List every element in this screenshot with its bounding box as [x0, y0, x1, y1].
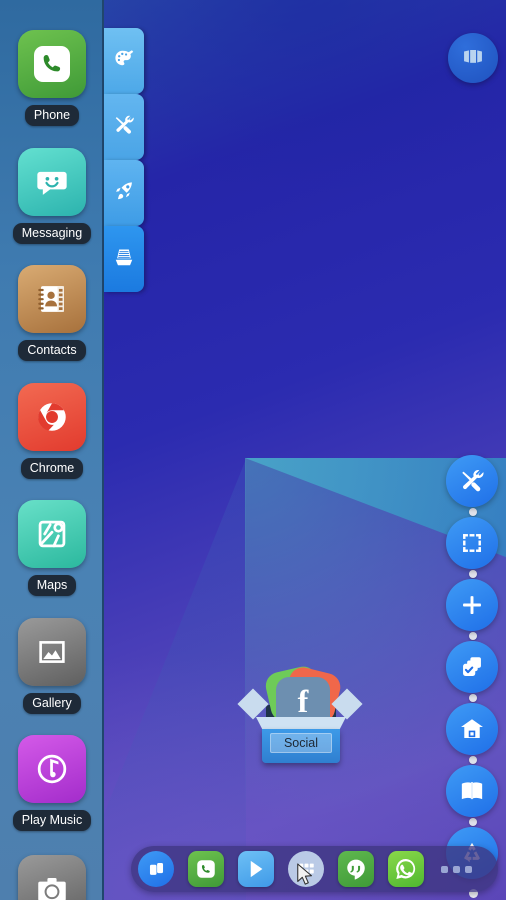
- paint-palette-icon: [113, 48, 135, 75]
- book-icon: [446, 765, 498, 817]
- dock-item-hangouts[interactable]: [331, 851, 381, 887]
- gallery-icon: [18, 618, 86, 686]
- facebook-letter: f: [297, 683, 309, 719]
- sidebar-item-chrome[interactable]: Chrome: [0, 383, 104, 479]
- sidebar-label-contacts: Contacts: [18, 340, 86, 361]
- app-switch-icon: [138, 851, 174, 887]
- mouse-cursor: [295, 862, 317, 888]
- select-box-icon: [446, 517, 498, 569]
- folder-app-cards: f: [256, 663, 346, 726]
- social-folder-widget[interactable]: f Social: [237, 663, 363, 765]
- tool-flyout-item-settings[interactable]: [104, 94, 144, 160]
- phone-icon: [18, 30, 86, 98]
- inbox-tray-icon: [113, 246, 135, 273]
- sidebar-label-chrome: Chrome: [20, 458, 84, 479]
- home-icon: [446, 703, 498, 755]
- left-tool-flyout: [104, 28, 148, 292]
- tool-flyout-item-boost[interactable]: [104, 160, 144, 226]
- toolbar-separator-dot: [469, 756, 477, 764]
- toolbar-separator-dot: [469, 694, 477, 702]
- toolbar-separator-dot: [469, 570, 477, 578]
- tools-icon: [446, 455, 498, 507]
- right-toolbar-item-add[interactable]: [446, 579, 500, 631]
- folder-label: Social: [270, 733, 332, 753]
- message-icon: [18, 148, 86, 216]
- folders-button[interactable]: [448, 33, 498, 83]
- maps-icon: [18, 500, 86, 568]
- toolbar-separator-dot: [469, 818, 477, 826]
- sidebar-label-messaging: Messaging: [12, 223, 92, 244]
- toolbar-separator-dot: [469, 632, 477, 640]
- sidebar-label-play-music: Play Music: [12, 810, 92, 831]
- contacts-icon: [18, 265, 86, 333]
- right-toolbar-item-multi-select[interactable]: [446, 641, 500, 693]
- rocket-icon: [113, 180, 135, 207]
- music-note-icon: [18, 735, 86, 803]
- right-toolbar-item-pages[interactable]: [446, 765, 500, 817]
- sidebar-item-messaging[interactable]: Messaging: [0, 148, 104, 244]
- whatsapp-icon: [388, 851, 424, 887]
- hangouts-icon: [338, 851, 374, 887]
- dock-item-whatsapp[interactable]: [381, 851, 431, 887]
- sidebar-item-camera[interactable]: [0, 855, 104, 900]
- sidebar-label-phone: Phone: [24, 105, 80, 126]
- multi-select-icon: [446, 641, 498, 693]
- toolbar-separator-dot: [469, 508, 477, 516]
- sidebar-item-play-music[interactable]: Play Music: [0, 735, 104, 831]
- sidebar-item-gallery[interactable]: Gallery: [0, 618, 104, 714]
- folder-stack-icon: [460, 43, 486, 74]
- chrome-icon: [18, 383, 86, 451]
- right-circle-toolbar: [446, 455, 500, 900]
- sidebar-label-gallery: Gallery: [23, 693, 81, 714]
- right-toolbar-item-home[interactable]: [446, 703, 500, 755]
- tool-flyout-item-themes[interactable]: [104, 28, 144, 94]
- more-dots-icon: [440, 865, 472, 873]
- folder-box-body: Social: [262, 729, 340, 763]
- camera-icon: [18, 855, 86, 900]
- sidebar-item-contacts[interactable]: Contacts: [0, 265, 104, 361]
- app-shortcut-sidebar: Phone Messaging Contacts Chrome Maps Gal…: [0, 0, 104, 900]
- tool-flyout-item-drawer[interactable]: [104, 226, 144, 292]
- phone-icon: [188, 851, 224, 887]
- dock-item-more[interactable]: [431, 865, 481, 873]
- dock-item-play-store[interactable]: [231, 851, 281, 887]
- tools-icon: [113, 114, 135, 141]
- right-toolbar-item-select[interactable]: [446, 517, 500, 569]
- dock-item-phone[interactable]: [181, 851, 231, 887]
- plus-icon: [446, 579, 498, 631]
- sidebar-item-maps[interactable]: Maps: [0, 500, 104, 596]
- sidebar-label-maps: Maps: [27, 575, 77, 596]
- right-toolbar-item-tools[interactable]: [446, 455, 500, 507]
- sidebar-item-phone[interactable]: Phone: [0, 30, 104, 126]
- dock-item-switch[interactable]: [131, 851, 181, 887]
- play-store-icon: [238, 851, 274, 887]
